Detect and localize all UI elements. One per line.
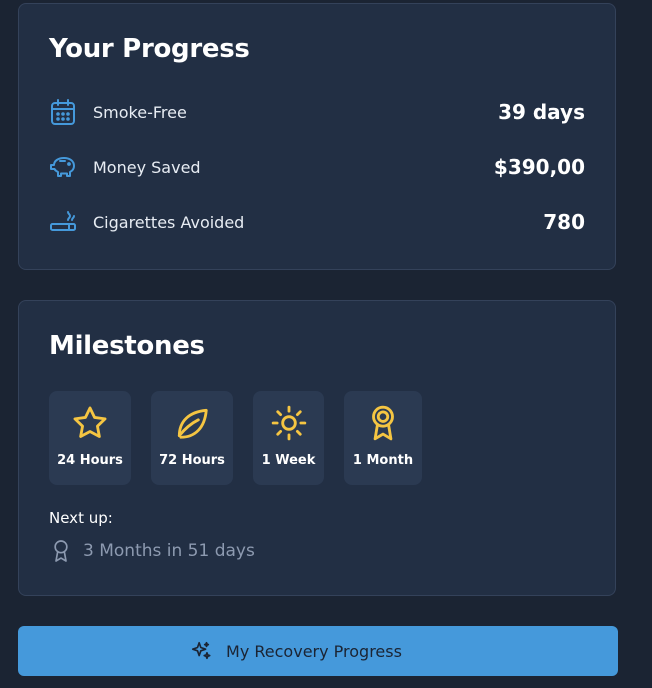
progress-card: Your Progress Smoke-Free 39 days Money S… <box>18 3 616 270</box>
stat-row-smoke-free: Smoke-Free 39 days <box>49 96 585 128</box>
award-icon <box>51 539 71 563</box>
milestone-24-hours[interactable]: 24 Hours <box>49 391 131 485</box>
recovery-progress-button[interactable]: My Recovery Progress <box>18 626 618 676</box>
leaf-icon <box>173 403 211 443</box>
star-icon <box>71 403 109 443</box>
milestones-card: Milestones 24 Hours 72 Hours 1 Week 1 Mo… <box>18 300 616 596</box>
stat-value: $390,00 <box>493 155 585 179</box>
stat-label: Smoke-Free <box>93 102 187 122</box>
milestone-label: 72 Hours <box>159 453 225 468</box>
progress-title: Your Progress <box>49 34 250 64</box>
next-up-row: 3 Months in 51 days <box>51 539 255 563</box>
cigarette-icon <box>49 208 77 236</box>
milestones-title: Milestones <box>49 331 205 361</box>
milestone-72-hours[interactable]: 72 Hours <box>151 391 233 485</box>
sun-icon <box>270 403 308 443</box>
app-root: Your Progress Smoke-Free 39 days Money S… <box>0 0 652 688</box>
sparkles-icon <box>190 640 212 662</box>
award-icon <box>364 403 402 443</box>
stat-value: 780 <box>543 210 585 234</box>
next-up-label: Next up: <box>49 509 113 527</box>
next-up-text: 3 Months in 51 days <box>83 541 255 561</box>
stat-row-cigarettes-avoided: Cigarettes Avoided 780 <box>49 206 585 238</box>
calendar-icon <box>49 98 77 126</box>
milestone-label: 24 Hours <box>57 453 123 468</box>
stat-row-money-saved: Money Saved $390,00 <box>49 151 585 183</box>
milestone-list: 24 Hours 72 Hours 1 Week 1 Month <box>49 391 422 485</box>
milestone-label: 1 Month <box>352 453 414 468</box>
stat-value: 39 days <box>498 100 585 124</box>
milestone-1-month[interactable]: 1 Month <box>344 391 422 485</box>
stat-label: Money Saved <box>93 157 201 177</box>
milestone-label: 1 Week <box>261 453 316 468</box>
piggy-bank-icon <box>49 153 77 181</box>
stat-label: Cigarettes Avoided <box>93 212 245 232</box>
recovery-progress-label: My Recovery Progress <box>226 641 402 661</box>
milestone-1-week[interactable]: 1 Week <box>253 391 324 485</box>
